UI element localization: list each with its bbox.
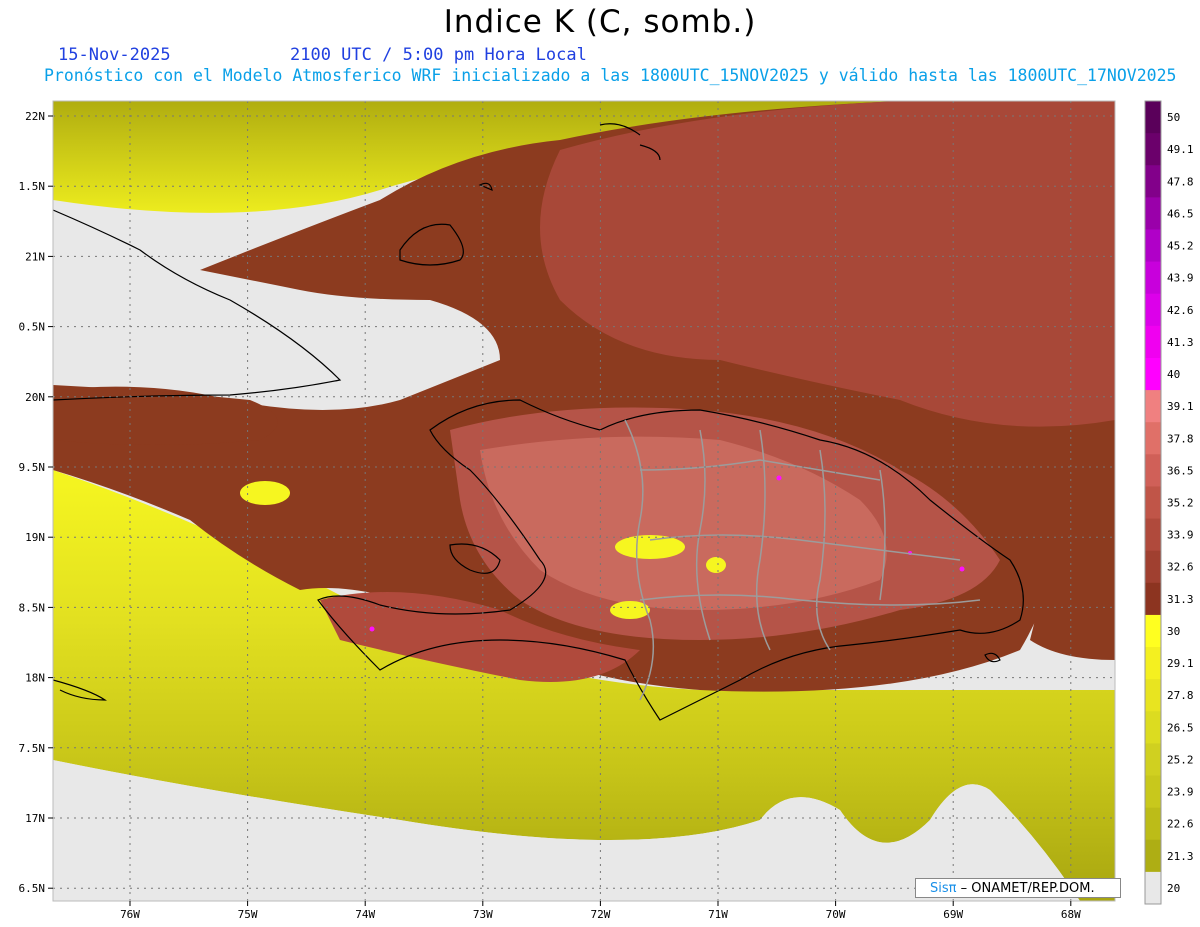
colorbar-label: 25.2 [1167,753,1194,766]
colorbar-label: 49.1 [1167,143,1194,156]
colorbar-label: 37.8 [1167,432,1194,445]
colorbar-swatch [1145,871,1161,905]
colorbar-label: 30 [1167,625,1180,638]
colorbar-label: 29.1 [1167,657,1194,670]
colorbar-swatch [1145,839,1161,873]
lat-label: 8.5N [19,601,46,614]
lat-label: 18N [25,672,45,685]
colorbar-swatch [1145,582,1161,616]
contour-field [53,101,1115,901]
lon-label: 76W [120,908,140,921]
colorbar-swatch [1145,550,1161,584]
lon-label: 75W [238,908,258,921]
colorbar-label: 42.6 [1167,304,1194,317]
colorbar-swatch [1145,357,1161,391]
lon-label: 70W [826,908,846,921]
colorbar-label: 27.8 [1167,689,1194,702]
colorbar-swatch [1145,743,1161,777]
lat-label: 1.5N [19,180,46,193]
lat-label: 7.5N [19,742,46,755]
colorbar-swatch [1145,390,1161,423]
colorbar-swatch [1145,422,1161,455]
lat-label: 21N [25,250,45,263]
colorbar-swatch [1145,647,1161,680]
colorbar-swatch [1145,711,1161,744]
colorbar-swatch [1145,133,1161,166]
colorbar-label: 33.9 [1167,529,1194,542]
lon-label: 73W [473,908,493,921]
lat-label: 0.5N [19,321,46,334]
yellow-hole-1 [615,535,685,559]
colorbar-label: 47.8 [1167,175,1194,188]
colorbar-label: 50 [1167,111,1180,124]
colorbar-label: 23.9 [1167,786,1194,799]
colorbar-label: 20 [1167,882,1180,895]
colorbar-swatch [1145,197,1161,230]
latitude-axis: 22N 1.5N 21N 0.5N 20N 9.5N 19N 8.5N 18N 7.5N 17N 6.… [19,110,53,895]
colorbar-label: 35.2 [1167,497,1194,510]
credit-box: Sisπ – ONAMET/REP.DOM. [915,878,1121,898]
colorbar-label: 31.3 [1167,593,1194,606]
colorbar-label: 45.2 [1167,240,1194,253]
colorbar-label: 26.5 [1167,721,1194,734]
colorbar-swatch [1145,101,1161,134]
colorbar-swatch [1145,165,1161,198]
colorbar-swatch [1145,325,1161,359]
colorbar-swatch [1145,293,1161,327]
magenta-spot [369,626,375,632]
colorbar-label: 32.6 [1167,561,1194,574]
k-index-map: 22N 1.5N 21N 0.5N 20N 9.5N 19N 8.5N 18N 7.5N 17N 6.… [19,100,1194,921]
lat-label: 6.5N [19,882,46,895]
lat-label: 20N [25,391,45,404]
colorbar-label: 21.3 [1167,850,1194,863]
colorbar-swatch [1145,775,1161,809]
colorbar-swatch [1145,518,1161,552]
colorbar-label: 22.6 [1167,818,1194,831]
credit-org: – ONAMET/REP.DOM. [960,881,1095,896]
lat-label: 9.5N [19,461,46,474]
lon-label: 68W [1061,908,1081,921]
colorbar-label: 39.1 [1167,400,1194,413]
colorbar: 50 49.1 47.8 46.5 45.2 43.9 42.6 41.3 40 39.1 37.8… [1144,100,1194,905]
colorbar-swatch [1145,261,1161,295]
colorbar-swatch [1145,679,1161,712]
magenta-spot [776,475,782,481]
lat-label: 22N [25,110,45,123]
colorbar-swatch [1145,486,1161,520]
lon-label: 71W [708,908,728,921]
colorbar-label: 41.3 [1167,336,1194,349]
colorbar-label: 43.9 [1167,272,1194,285]
lat-label: 17N [25,812,45,825]
credit-brand: Sisπ [930,881,957,896]
colorbar-label: 40 [1167,368,1180,381]
colorbar-swatch [1145,807,1161,841]
colorbar-swatch [1145,454,1161,487]
lon-label: 74W [355,908,375,921]
lat-label: 19N [25,531,45,544]
lon-label: 72W [590,908,610,921]
colorbar-swatch [1145,614,1161,648]
magenta-spot [959,566,965,572]
colorbar-label: 46.5 [1167,207,1194,220]
longitude-axis: 76W 75W 74W 73W 72W 71W 70W 69W 68W [120,901,1081,921]
lon-label: 69W [943,908,963,921]
yellow-hole-2 [706,557,726,573]
colorbar-swatch [1145,229,1161,263]
colorbar-label: 36.5 [1167,464,1194,477]
